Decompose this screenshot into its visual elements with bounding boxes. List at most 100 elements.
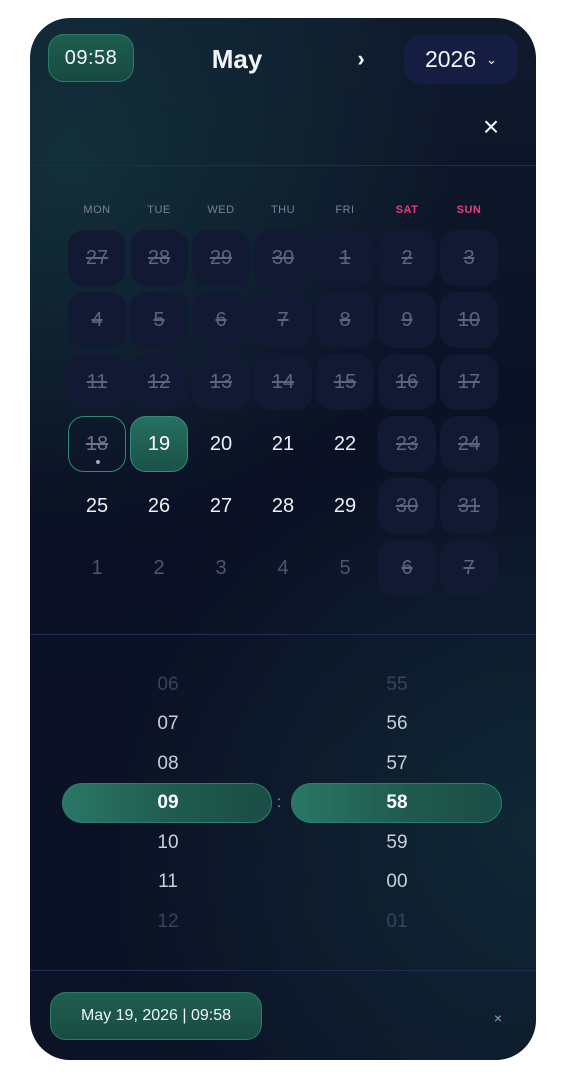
day-cell: 29 [192,230,250,286]
day-cell[interactable]: 21 [254,416,312,472]
day-cell[interactable]: 27 [192,478,250,534]
hour-option[interactable]: 09 [118,788,218,818]
day-number: 7 [277,308,289,331]
minute-option[interactable]: 00 [347,867,447,897]
header-divider [30,165,536,166]
day-number: 23 [395,432,419,455]
footer-divider [30,970,536,971]
close-icon: × [493,1010,503,1026]
day-number: 13 [209,370,233,393]
hour-option[interactable]: 08 [118,749,218,779]
current-time-chip[interactable]: 09:58 [48,34,134,82]
day-number: 26 [147,494,171,517]
day-cell: 31 [440,478,498,534]
day-number: 30 [395,494,419,517]
day-number: 10 [457,308,481,331]
month-label[interactable]: May [170,42,304,76]
minute-option[interactable]: 57 [347,749,447,779]
hour-option[interactable]: 11 [118,867,218,897]
day-cell[interactable]: 4 [254,540,312,596]
chevron-down-icon: ⌄ [486,52,498,67]
day-cell: 11 [68,354,126,410]
day-number: 25 [85,494,109,517]
hour-option[interactable]: 07 [118,709,218,739]
day-number: 11 [86,370,108,393]
day-number: 12 [147,370,171,393]
day-number: 28 [147,246,171,269]
today-indicator-dot [96,460,100,464]
day-cell[interactable]: 5 [316,540,374,596]
day-cell[interactable]: 20 [192,416,250,472]
day-cell[interactable]: 29 [316,478,374,534]
day-number: 4 [91,308,103,331]
year-select[interactable]: 2026 ⌄ [404,34,518,84]
weekday-label: WED [207,204,235,216]
day-number: 5 [153,308,165,331]
day-number: 14 [271,370,295,393]
day-cell[interactable]: 28 [254,478,312,534]
day-number: 22 [333,432,357,455]
day-cell[interactable]: 25 [68,478,126,534]
day-number: 6 [401,556,413,579]
weekday-label: THU [270,204,296,216]
day-cell[interactable]: 26 [130,478,188,534]
date-time-picker: 09:58 May › 2026 ⌄ × MON TUE WED THU FRI SAT S… [30,18,536,1060]
day-cell: 24 [440,416,498,472]
day-number: 6 [215,308,227,331]
day-cell[interactable]: 22 [316,416,374,472]
day-cell: 13 [192,354,250,410]
hour-option[interactable]: 10 [118,828,218,858]
day-number: 4 [277,556,289,579]
selected-datetime-chip[interactable]: May 19, 2026 | 09:58 [50,992,262,1040]
weekday-label: MON [83,204,111,216]
day-cell: 1 [316,230,374,286]
next-month-button[interactable]: › [346,42,376,76]
day-cell[interactable]: 2 [130,540,188,596]
day-number: 17 [457,370,481,393]
day-number: 2 [401,246,413,269]
day-cell: 8 [316,292,374,348]
day-number: 30 [271,246,295,269]
hour-option[interactable]: 12 [118,907,218,937]
time-separator: : [276,794,282,811]
day-cell-selected[interactable]: 19 [130,416,188,472]
day-cell: 16 [378,354,436,410]
day-number: 19 [147,432,171,455]
day-cell: 14 [254,354,312,410]
day-cell: 12 [130,354,188,410]
minute-option[interactable]: 55 [347,670,447,700]
hour-option[interactable]: 06 [118,670,218,700]
minute-option[interactable]: 56 [347,709,447,739]
day-number: 18 [85,432,109,455]
weekday-label: TUE [147,204,171,216]
day-cell: 27 [68,230,126,286]
day-cell: 28 [130,230,188,286]
day-cell: 7 [440,540,498,596]
day-number: 9 [401,308,413,331]
year-value: 2026 [424,45,477,72]
day-number: 5 [339,556,351,579]
minute-option[interactable]: 58 [347,788,447,818]
day-number: 15 [333,370,357,393]
day-cell: 6 [192,292,250,348]
day-cell[interactable]: 1 [68,540,126,596]
day-cell[interactable]: 3 [192,540,250,596]
day-cell: 30 [378,478,436,534]
chevron-right-icon: › [357,46,365,71]
close-icon: × [482,111,500,142]
day-number: 27 [209,494,233,517]
minute-option[interactable]: 01 [347,907,447,937]
day-number: 31 [457,494,481,517]
day-cell: 7 [254,292,312,348]
minute-option[interactable]: 59 [347,828,447,858]
day-number: 20 [209,432,233,455]
day-cell: 5 [130,292,188,348]
day-number: 3 [215,556,227,579]
day-cell: 15 [316,354,374,410]
clear-button[interactable]: × [488,1008,508,1028]
day-number: 24 [457,432,481,455]
close-button[interactable]: × [476,112,506,142]
weekday-label: SAT [395,204,419,216]
day-cell: 17 [440,354,498,410]
day-number: 21 [271,432,295,455]
